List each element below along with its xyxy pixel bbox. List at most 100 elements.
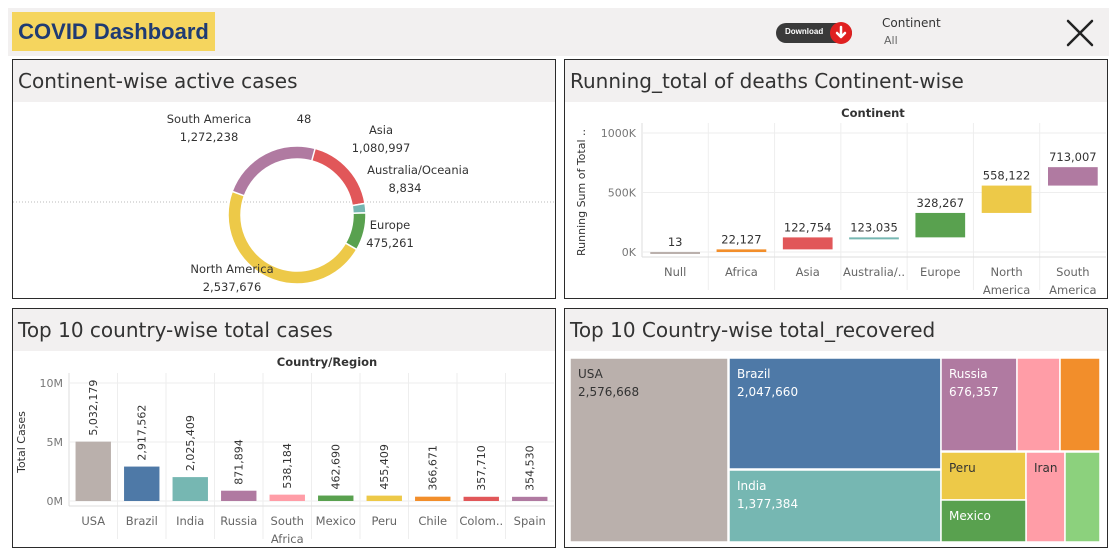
- treemap-label-value: 2,047,660: [737, 385, 798, 399]
- y-tick-label: 0K: [622, 246, 637, 259]
- donut-label-name: Asia: [369, 123, 393, 137]
- y-axis-label: Total Cases: [15, 411, 28, 474]
- bar-value-label: 558,122: [983, 169, 1031, 183]
- y-axis-label: Running Sum of Total ..: [575, 129, 588, 256]
- bar-value-label: 357,710: [475, 445, 488, 491]
- top-recovered-treemap: USA 2,576,668 Brazil 2,047,660 India 1,377,38…: [569, 357, 1101, 543]
- bar-9: [512, 496, 548, 501]
- active-cases-title: Continent-wise active cases: [13, 60, 555, 102]
- bar-value-label: 328,267: [917, 196, 965, 210]
- bar-6: [366, 495, 402, 501]
- download-label: Download: [785, 27, 824, 36]
- download-button[interactable]: Download: [776, 22, 852, 44]
- y-tick-label: 5M: [47, 436, 64, 449]
- treemap-label-name: Brazil: [737, 367, 771, 381]
- x-tick-label: Spain: [514, 514, 546, 528]
- y-tick-label: 500K: [608, 187, 637, 200]
- x-tick-label: Peru: [371, 514, 397, 528]
- bar-value-label: 2,917,562: [136, 405, 149, 461]
- donut-label-value: 2,537,676: [203, 280, 262, 294]
- donut-label-value: 8,834: [389, 181, 422, 195]
- donut-label-name: Australia/Oceania: [367, 163, 469, 177]
- x-tick-label: Chile: [418, 514, 447, 528]
- bar-4: [269, 494, 305, 501]
- bar-2: [782, 237, 833, 250]
- x-tick-label: North: [990, 265, 1022, 279]
- donut-label-value: 1,272,238: [180, 130, 239, 144]
- bar-value-label: 366,671: [427, 445, 440, 491]
- top-cases-bar-chart: Country/Region Total Cases 10M 5M 0M 5,032,17…: [15, 355, 554, 546]
- bar-2: [172, 477, 208, 501]
- close-icon[interactable]: [1066, 19, 1094, 47]
- bar-0: [650, 251, 700, 254]
- treemap-label-name: Peru: [949, 461, 976, 475]
- x-tick-label: America: [983, 283, 1030, 297]
- continent-filter-title: Continent: [882, 16, 941, 30]
- treemap-cell-8: [1064, 451, 1101, 543]
- bar-value-label: 122,754: [784, 220, 832, 234]
- x-tick-label: Australia/..: [843, 265, 905, 279]
- continent-filter-value[interactable]: All: [884, 34, 898, 47]
- bar-6: [1048, 167, 1098, 186]
- donut-label-name: South America: [167, 112, 252, 126]
- active-cases-donut-chart: South America 1,272,238 48 Asia 1,080,997 Aus…: [13, 112, 554, 294]
- bar-value-label: 123,035: [850, 220, 898, 234]
- treemap-label-value: 676,357: [949, 385, 999, 399]
- treemap-label-name: Iran: [1034, 461, 1057, 475]
- x-tick-label: Brazil: [126, 514, 158, 528]
- y-tick-label: 1000K: [601, 127, 637, 140]
- bar-value-label: 713,007: [1049, 150, 1097, 164]
- chart-column-header: Country/Region: [277, 355, 378, 369]
- bar-3: [849, 237, 899, 240]
- dashboard-title-box: COVID Dashboard: [12, 12, 215, 51]
- treemap-cell-4: [1016, 357, 1061, 452]
- active-cases-panel: Continent-wise active cases South Americ…: [12, 59, 556, 299]
- donut-label-name: North America: [190, 262, 273, 276]
- running-deaths-title: Running_total of deaths Continent-wise: [565, 60, 1107, 102]
- x-tick-label: South: [1056, 265, 1089, 279]
- top-cases-title: Top 10 country-wise total cases: [13, 309, 555, 351]
- bar-value-label: 871,894: [233, 439, 246, 485]
- y-tick-label: 10M: [40, 377, 64, 390]
- chart-column-header: Continent: [841, 106, 905, 120]
- bar-7: [415, 496, 451, 501]
- x-tick-label: Africa: [271, 532, 304, 546]
- bar-value-label: 2,025,409: [184, 415, 197, 471]
- x-tick-label: Asia: [796, 265, 820, 279]
- bar-value-label: 354,530: [524, 445, 537, 491]
- x-tick-label: South: [271, 514, 304, 528]
- bar-value-label: 455,409: [378, 444, 391, 490]
- x-tick-label: Colom..: [459, 514, 503, 528]
- bar-value-label: 538,184: [281, 443, 294, 489]
- bar-5: [981, 185, 1032, 213]
- bar-value-label: 5,032,179: [87, 380, 100, 436]
- top-recovered-panel: Top 10 Country-wise total_recovered USA 2…: [564, 308, 1108, 548]
- bar-3: [221, 490, 257, 501]
- bar-0: [75, 441, 111, 501]
- x-tick-label: USA: [81, 514, 105, 528]
- donut-label-value: 48: [297, 112, 312, 126]
- treemap-label-name: India: [737, 479, 766, 493]
- treemap-label-value: 2,576,668: [578, 385, 639, 399]
- bar-8: [463, 496, 499, 501]
- donut-label-value: 1,080,997: [352, 141, 411, 155]
- y-tick-label: 0M: [47, 495, 64, 508]
- download-arrow-icon: [830, 22, 852, 44]
- x-tick-label: India: [176, 514, 204, 528]
- x-tick-label: Russia: [220, 514, 257, 528]
- donut-label-name: Europe: [370, 218, 410, 232]
- treemap-label-value: 1,377,384: [737, 497, 798, 511]
- donut-slice-australia-oceania: [351, 202, 367, 215]
- treemap-label-name: Mexico: [949, 509, 991, 523]
- bar-5: [318, 495, 354, 501]
- bar-1: [124, 466, 160, 501]
- bar-value-label: 13: [668, 235, 683, 249]
- bar-4: [915, 212, 966, 238]
- donut-slice-south-america: [231, 145, 317, 197]
- bar-value-label: 462,690: [330, 444, 343, 490]
- bar-value-label: 22,127: [721, 232, 761, 246]
- x-tick-label: America: [1049, 283, 1096, 297]
- x-tick-label: Mexico: [316, 514, 356, 528]
- dashboard-title: COVID Dashboard: [18, 18, 209, 44]
- top-cases-panel: Top 10 country-wise total cases Country/…: [12, 308, 556, 548]
